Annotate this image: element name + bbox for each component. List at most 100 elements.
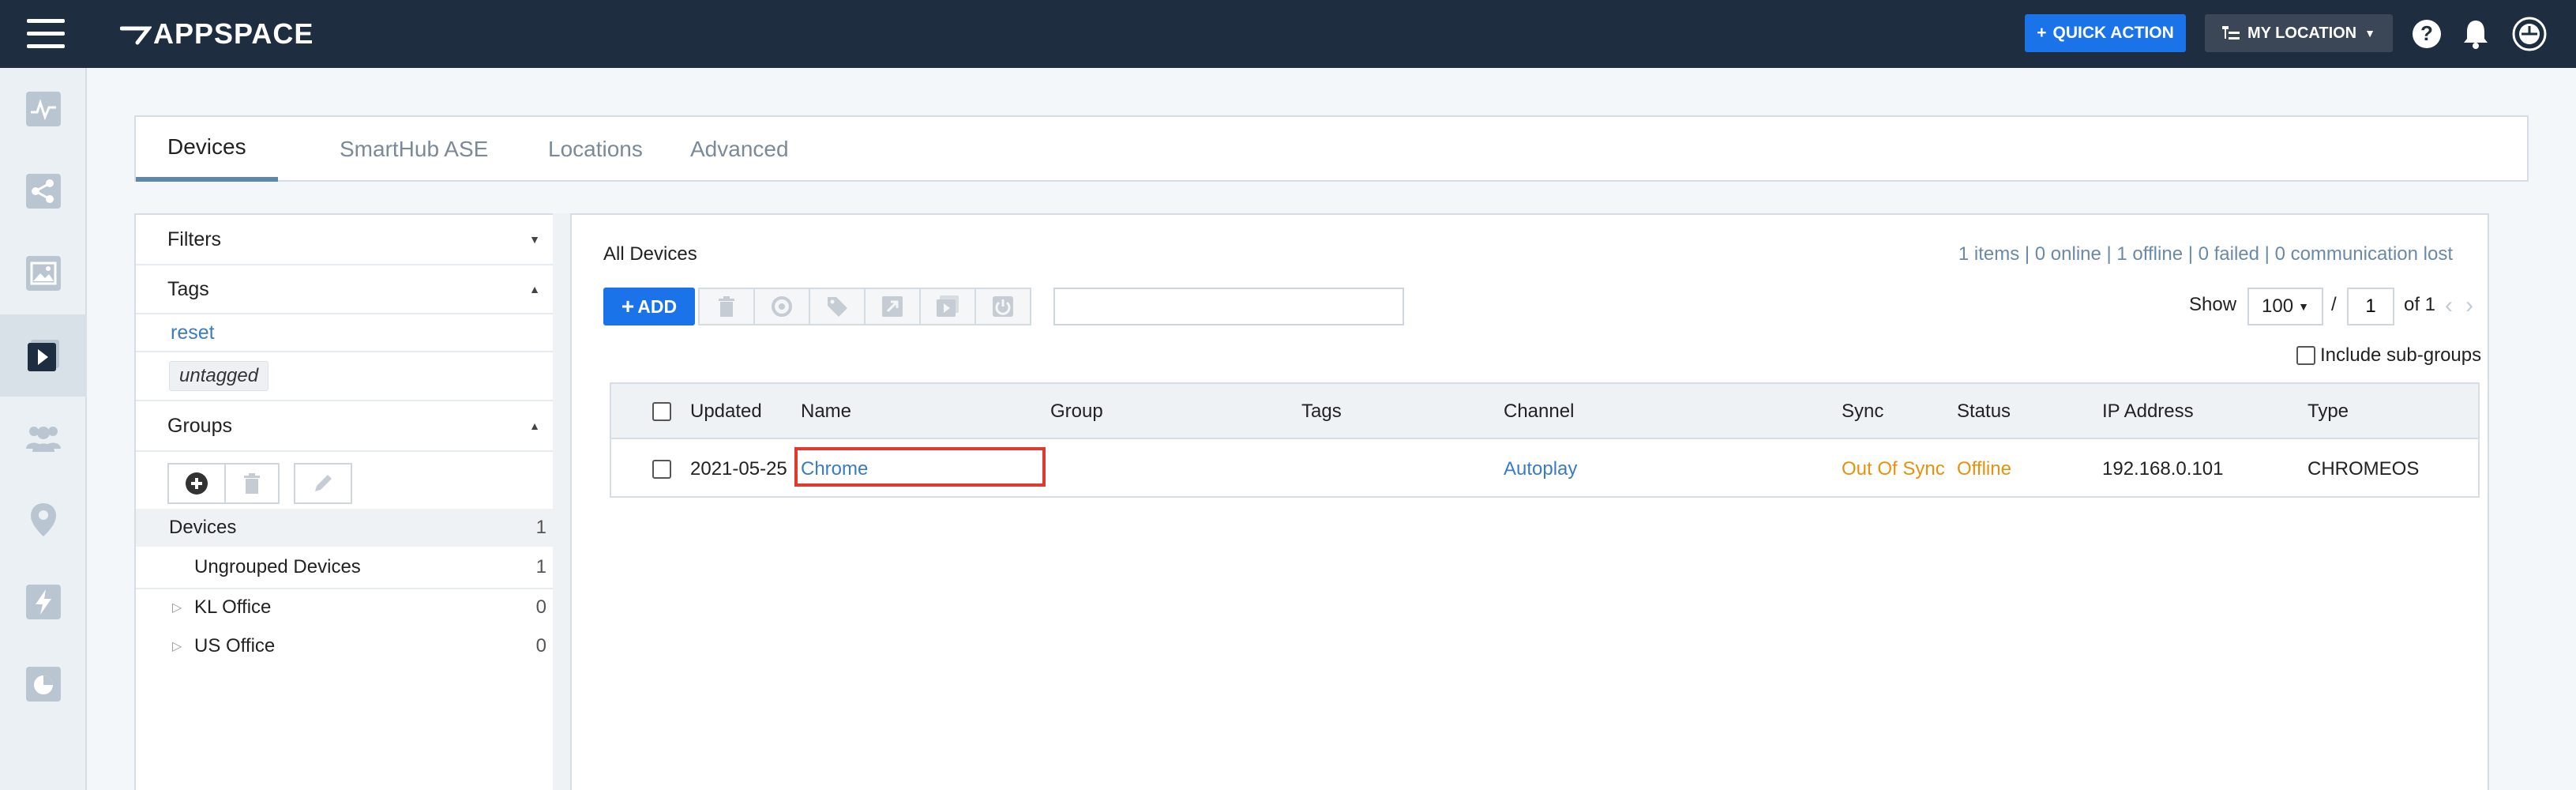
channel-icon xyxy=(937,295,959,317)
dashboard-icon[interactable] xyxy=(0,68,87,150)
caret-down-icon: ▼ xyxy=(529,233,540,246)
plus-circle-icon xyxy=(186,472,208,495)
row-checkbox-cell xyxy=(652,441,671,498)
caret-down-icon: ▼ xyxy=(2298,300,2309,313)
tag-device-button[interactable] xyxy=(809,288,866,325)
quick-action-label: QUICK ACTION xyxy=(2052,24,2174,42)
quick-action-button[interactable]: + QUICK ACTION xyxy=(2025,14,2186,52)
power-device-button[interactable] xyxy=(974,288,1031,325)
tab-bar: Devices SmartHub ASE Locations Advanced xyxy=(134,115,2529,182)
trash-icon xyxy=(244,473,260,494)
power-icon xyxy=(993,296,1013,317)
include-subgroups-toggle[interactable]: Include sub-groups xyxy=(2296,344,2481,367)
panel-divider[interactable] xyxy=(553,213,572,790)
col-type[interactable]: Type xyxy=(2308,384,2349,439)
sync-icon xyxy=(772,296,792,317)
col-channel[interactable]: Channel xyxy=(1504,384,1574,439)
plus-icon: + xyxy=(2037,24,2047,42)
assign-channel-button[interactable] xyxy=(919,288,976,325)
left-nav-rail xyxy=(0,68,87,790)
tag-reset-link[interactable]: reset xyxy=(171,322,215,344)
groups-header[interactable]: Groups ▲ xyxy=(136,401,562,452)
add-label: ADD xyxy=(637,295,678,317)
col-group[interactable]: Group xyxy=(1050,384,1103,439)
caret-down-icon: ▼ xyxy=(2364,27,2375,40)
expand-triangle-icon[interactable]: ▷ xyxy=(172,638,194,654)
logo-text: APPSPACE xyxy=(153,17,314,50)
select-all-checkbox[interactable] xyxy=(652,402,671,421)
col-name[interactable]: Name xyxy=(801,384,851,439)
cell-updated: 2021-05-25 xyxy=(690,458,787,480)
sync-status: Out Of Sync xyxy=(1842,458,1945,480)
col-ip-address[interactable]: IP Address xyxy=(2102,384,2194,439)
delete-group-button[interactable] xyxy=(224,463,280,504)
panel-title: All Devices xyxy=(603,243,697,265)
plus-icon: + xyxy=(621,294,635,318)
users-icon[interactable] xyxy=(0,397,87,479)
page-size-select[interactable]: 100 ▼ xyxy=(2247,288,2323,325)
delete-device-button[interactable] xyxy=(698,288,755,325)
highlight-box xyxy=(794,447,1046,487)
location-icon[interactable] xyxy=(0,479,87,561)
hamburger-menu-icon[interactable] xyxy=(27,19,65,49)
image-icon[interactable] xyxy=(0,232,87,314)
edit-group-button[interactable] xyxy=(294,463,352,504)
show-label: Show xyxy=(2189,294,2237,315)
group-label: US Office xyxy=(194,635,276,656)
prev-page-icon[interactable]: ‹ xyxy=(2445,292,2453,319)
group-count: 1 xyxy=(535,556,546,577)
caret-up-icon: ▲ xyxy=(529,283,540,295)
col-sync[interactable]: Sync xyxy=(1842,384,1883,439)
col-updated[interactable]: Updated xyxy=(690,384,762,439)
page-total-label: of 1 xyxy=(2404,294,2436,315)
page-number-input[interactable] xyxy=(2347,288,2394,325)
player-icon[interactable] xyxy=(0,314,87,397)
device-status: Offline xyxy=(1957,458,2011,480)
logo-mark-icon xyxy=(120,26,152,45)
tags-header[interactable]: Tags ▲ xyxy=(136,265,562,314)
profile-icon[interactable] xyxy=(2511,16,2548,52)
appspace-logo[interactable]: APPSPACE xyxy=(120,17,314,51)
next-page-icon[interactable]: › xyxy=(2465,292,2473,319)
group-row-us-office[interactable]: ▷ US Office 0 xyxy=(136,627,562,665)
col-status[interactable]: Status xyxy=(1957,384,2011,439)
groups-label: Groups xyxy=(167,414,232,437)
include-subgroups-label: Include sub-groups xyxy=(2320,344,2482,366)
group-row-ungrouped[interactable]: Ungrouped Devices 1 xyxy=(136,548,562,586)
include-subgroups-checkbox[interactable] xyxy=(2296,346,2315,365)
help-icon[interactable]: ? xyxy=(2409,16,2445,52)
filters-header[interactable]: Filters ▼ xyxy=(136,215,562,265)
tag-reset-row: reset xyxy=(136,314,562,352)
sync-device-button[interactable] xyxy=(753,288,810,325)
filter-panel: Filters ▼ Tags ▲ reset untagged Groups ▲… xyxy=(134,213,564,790)
group-count: 1 xyxy=(535,517,546,538)
tab-smarthub-ase[interactable]: SmartHub ASE xyxy=(308,117,520,182)
group-row-devices[interactable]: Devices 1 xyxy=(136,509,562,547)
group-count: 0 xyxy=(535,635,546,656)
my-location-button[interactable]: MY LOCATION ▼ xyxy=(2205,14,2393,52)
filters-label: Filters xyxy=(167,228,222,250)
add-group-button[interactable] xyxy=(167,463,226,504)
col-tags[interactable]: Tags xyxy=(1301,384,1342,439)
tab-devices[interactable]: Devices xyxy=(136,117,278,182)
add-device-button[interactable]: + ADD xyxy=(603,288,695,325)
devices-panel: All Devices 1 items | 0 online | 1 offli… xyxy=(570,213,2489,790)
page-size-value: 100 xyxy=(2262,295,2294,317)
share-icon[interactable] xyxy=(0,150,87,232)
screenshot-device-button[interactable] xyxy=(864,288,921,325)
cell-ip-address: 192.168.0.101 xyxy=(2102,458,2224,480)
channel-link[interactable]: Autoplay xyxy=(1504,441,1577,498)
group-label: Devices xyxy=(169,517,237,538)
expand-image-icon xyxy=(882,296,903,317)
tab-locations[interactable]: Locations xyxy=(516,117,674,182)
device-search-input[interactable] xyxy=(1053,288,1404,325)
pie-chart-icon[interactable] xyxy=(0,643,87,725)
expand-triangle-icon[interactable]: ▷ xyxy=(172,600,194,615)
bell-icon[interactable] xyxy=(2458,16,2494,52)
row-checkbox[interactable] xyxy=(652,460,671,479)
lightning-icon[interactable] xyxy=(0,561,87,643)
tab-advanced[interactable]: Advanced xyxy=(659,117,820,182)
tag-untagged-chip[interactable]: untagged xyxy=(169,361,269,391)
devices-table: Updated Name Group Tags Channel Sync Sta… xyxy=(610,382,2480,498)
group-row-kl-office[interactable]: ▷ KL Office 0 xyxy=(136,588,562,626)
